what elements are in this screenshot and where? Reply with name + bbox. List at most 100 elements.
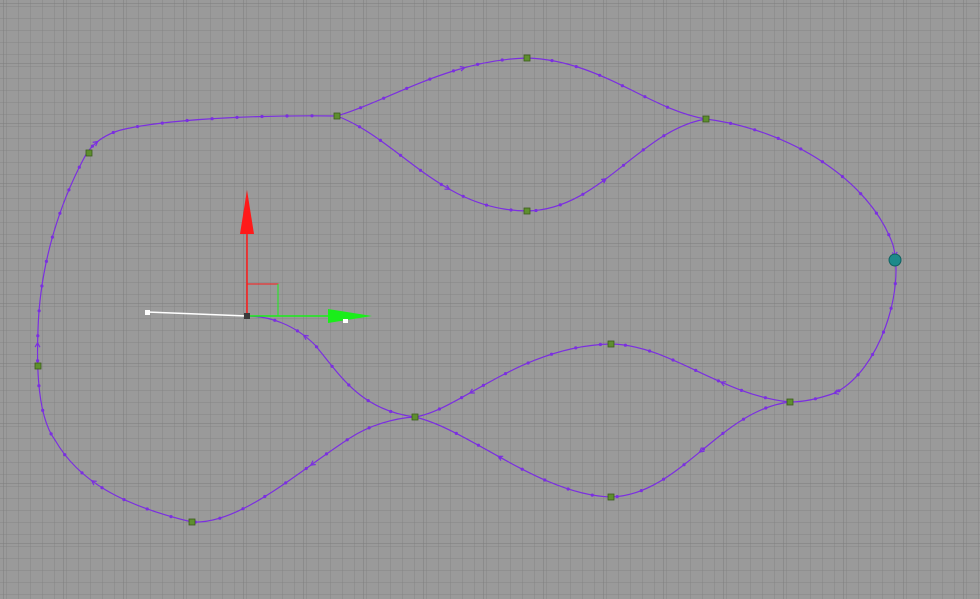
path-sample-point — [590, 493, 594, 497]
path-sample-point — [263, 494, 267, 499]
path-sample-point — [671, 358, 675, 362]
path-sample-point — [484, 203, 489, 207]
path-sample-point — [428, 77, 432, 81]
path-sample-point — [581, 192, 585, 196]
path-sample-point — [310, 114, 314, 118]
path-sample-point — [520, 467, 524, 471]
path-sample-point — [574, 65, 578, 69]
path-sample-point — [837, 389, 841, 393]
path-sample-point — [550, 59, 554, 63]
path-sample-point — [347, 383, 351, 387]
path-sample-point — [451, 69, 456, 73]
path-sample-point — [437, 407, 441, 411]
path-sample-point — [701, 447, 706, 451]
path-sample-point — [40, 284, 44, 288]
path-sample-point — [639, 489, 644, 493]
path-sample-point — [324, 452, 329, 456]
spline-editor-canvas[interactable] — [0, 0, 980, 599]
path-sample-point — [481, 383, 485, 387]
path-sample-point — [461, 194, 465, 198]
path-sample-point — [881, 330, 886, 334]
path-sample-point — [378, 138, 383, 142]
path-sample-point — [460, 396, 464, 400]
path-sample-point — [357, 125, 362, 129]
path-sample-point — [856, 373, 860, 377]
path-sample-point — [662, 477, 666, 481]
path-sample-point — [295, 329, 299, 333]
control-point[interactable] — [333, 112, 341, 120]
path-sample-point — [58, 211, 62, 215]
path-sample-point — [285, 114, 289, 118]
path-sample-point — [753, 128, 757, 132]
path-sample-point — [615, 495, 619, 499]
path-sample-point — [620, 84, 625, 88]
selected-node[interactable] — [888, 253, 902, 267]
control-point[interactable] — [85, 149, 93, 157]
path-sample-point — [36, 334, 40, 338]
path-sample-point — [665, 105, 670, 109]
control-point[interactable] — [523, 207, 531, 215]
path-sample-point — [210, 117, 214, 121]
control-point[interactable] — [786, 398, 794, 406]
path-sample-point — [169, 515, 173, 519]
path-sample-point — [235, 115, 239, 119]
path-sample-point — [50, 235, 55, 239]
gizmo-center[interactable] — [244, 313, 250, 319]
path-sample-point — [111, 130, 115, 135]
path-sample-point — [345, 438, 349, 442]
control-point[interactable] — [34, 362, 42, 370]
path-sample-point — [776, 136, 780, 140]
path-sample-point — [36, 359, 40, 363]
path-sample-point — [67, 188, 71, 192]
path-sample-point — [503, 372, 508, 376]
path-sample-point — [648, 349, 652, 353]
control-point[interactable] — [523, 54, 531, 62]
path-sample-point — [623, 343, 628, 347]
path-sample-point — [859, 192, 863, 196]
path-sample-point — [241, 507, 245, 511]
path-sample-point — [739, 388, 744, 392]
path-sample-point — [37, 384, 41, 388]
path-sample-point — [44, 259, 49, 263]
control-point[interactable] — [411, 413, 419, 421]
path-sample-point — [526, 361, 530, 365]
path-sample-point — [741, 417, 746, 421]
control-point[interactable] — [702, 115, 710, 123]
gizmo-z-handle[interactable] — [145, 310, 150, 315]
path-sample-point — [304, 466, 308, 471]
path-sample-point — [80, 471, 84, 475]
editor-viewport[interactable] — [0, 0, 980, 599]
path-sample-point — [314, 345, 319, 349]
path-sample-point — [366, 399, 370, 403]
path-sample-point — [813, 397, 818, 401]
path-sample-point — [49, 432, 53, 436]
path-sample-point — [122, 498, 126, 502]
path-sample-point — [887, 233, 891, 237]
control-point[interactable] — [607, 340, 615, 348]
path-sample-point — [598, 73, 602, 77]
path-sample-point — [799, 147, 803, 151]
path-sample-point — [218, 516, 222, 520]
path-sample-point — [367, 426, 371, 430]
path-sample-point — [135, 125, 140, 129]
path-sample-point — [871, 352, 875, 357]
path-sample-point — [716, 379, 721, 383]
path-sample-point — [694, 368, 698, 372]
gizmo-y-handle[interactable] — [343, 319, 348, 323]
path-sample-point — [641, 148, 645, 152]
path-sample-point — [476, 62, 480, 66]
control-point[interactable] — [188, 518, 196, 526]
path-sample-point — [398, 153, 403, 157]
control-point[interactable] — [607, 493, 615, 501]
path-sample-point — [682, 463, 686, 467]
path-sample-point — [476, 443, 480, 447]
path-sample-point — [185, 118, 189, 123]
path-sample-point — [621, 163, 626, 167]
path-sample-point — [820, 160, 825, 164]
path-sample-point — [145, 507, 149, 511]
path-sample-point — [874, 211, 879, 215]
path-sample-point — [662, 134, 666, 138]
path-sample-point — [160, 121, 164, 125]
path-sample-point — [37, 309, 41, 313]
path-sample-point — [566, 487, 570, 491]
